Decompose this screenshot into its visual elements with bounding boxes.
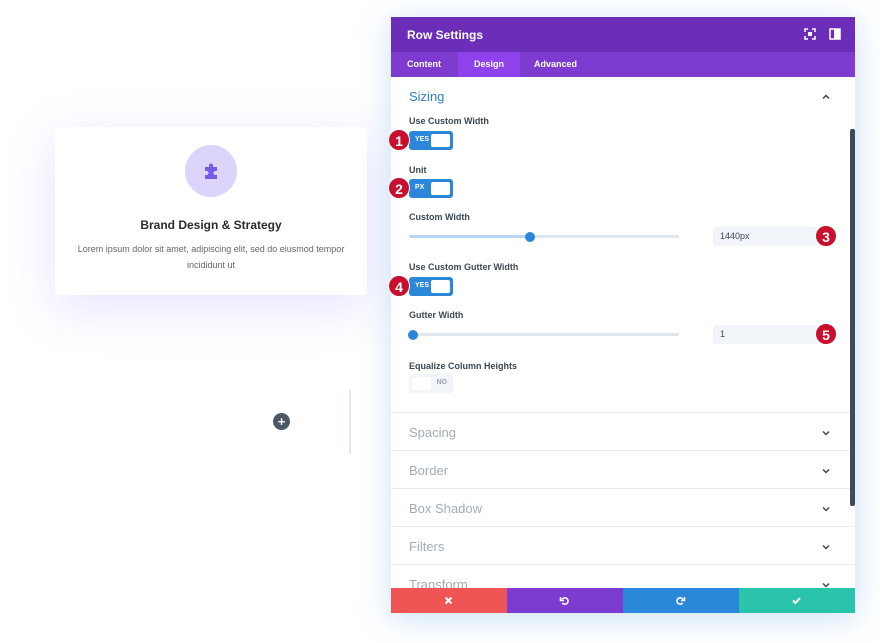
undo-button[interactable] <box>507 588 623 613</box>
annotation-marker-1: 1 <box>388 129 410 151</box>
custom-width-label: Custom Width <box>409 212 470 222</box>
redo-icon <box>676 597 686 606</box>
slider-handle[interactable] <box>408 330 418 340</box>
divider <box>349 390 351 454</box>
sizing-section-title[interactable]: Sizing <box>409 89 444 104</box>
annotation-marker-5: 5 <box>815 323 837 345</box>
gutter-width-slider[interactable] <box>408 330 679 340</box>
toggle-knob <box>431 134 450 147</box>
section-border[interactable]: Border <box>391 450 855 488</box>
gutter-width-label: Gutter Width <box>409 310 464 320</box>
section-title: Filters <box>409 539 445 554</box>
use-custom-gutter-toggle[interactable]: YES <box>409 277 453 296</box>
card-icon-circle <box>185 145 237 197</box>
chevron-down-icon <box>822 582 830 588</box>
section-title: Spacing <box>409 425 456 440</box>
chevron-down-icon <box>822 544 830 550</box>
tab-bar: Content Design Advanced <box>391 52 855 77</box>
toggle-knob <box>412 377 431 390</box>
tab-design[interactable]: Design <box>458 52 521 77</box>
section-transform[interactable]: Transform <box>391 564 855 588</box>
gutter-width-input[interactable]: 1 <box>713 325 817 344</box>
check-icon <box>792 597 801 605</box>
cancel-button[interactable] <box>391 588 507 613</box>
panel-header: Row Settings <box>391 17 855 52</box>
toggle-knob <box>431 182 450 195</box>
slider-fill <box>409 235 530 238</box>
custom-width-slider[interactable] <box>409 232 679 242</box>
toggle-text: YES <box>415 282 430 289</box>
custom-width-input[interactable]: 1440px <box>713 227 817 246</box>
tab-content[interactable]: Content <box>391 52 457 77</box>
equalize-heights-label: Equalize Column Heights <box>409 361 518 371</box>
section-title: Border <box>409 463 449 478</box>
panel-content: Sizing Use Custom Width YES Unit PX Cust… <box>391 77 855 588</box>
unit-label: Unit <box>409 165 427 175</box>
equalize-heights-toggle[interactable]: NO <box>409 374 453 393</box>
use-custom-width-label: Use Custom Width <box>409 116 489 126</box>
annotation-marker-3: 3 <box>815 225 837 247</box>
toggle-text: NO <box>436 379 448 386</box>
card-title: Brand Design & Strategy <box>140 218 282 232</box>
undo-icon <box>559 597 569 606</box>
section-title: Transform <box>409 577 468 588</box>
chevron-down-icon <box>822 468 830 474</box>
blurb-card: Brand Design & Strategy Lorem ipsum dolo… <box>55 127 367 295</box>
use-custom-gutter-label: Use Custom Gutter Width <box>409 262 519 272</box>
chevron-up-icon[interactable] <box>821 92 831 102</box>
save-button[interactable] <box>739 588 855 613</box>
panel-footer <box>391 588 855 613</box>
use-custom-width-toggle[interactable]: YES <box>409 131 453 150</box>
row-settings-panel: Row Settings Content Design Advanced Siz… <box>391 17 855 613</box>
section-filters[interactable]: Filters <box>391 526 855 564</box>
section-box-shadow[interactable]: Box Shadow <box>391 488 855 526</box>
add-module-button[interactable]: + <box>273 413 290 430</box>
tab-advanced[interactable]: Advanced <box>518 52 593 77</box>
puzzle-icon <box>205 163 217 179</box>
close-icon <box>444 596 453 605</box>
toggle-text: PX <box>415 184 425 191</box>
annotation-marker-4: 4 <box>388 275 410 297</box>
annotation-marker-2: 2 <box>388 177 410 199</box>
page: Brand Design & Strategy Lorem ipsum dolo… <box>0 0 880 643</box>
sidebar-toggle-icon[interactable] <box>829 28 841 40</box>
scrollbar[interactable] <box>850 129 855 506</box>
toggle-text: YES <box>415 136 430 143</box>
chevron-down-icon <box>822 430 830 436</box>
panel-title: Row Settings <box>407 28 484 42</box>
unit-toggle[interactable]: PX <box>409 179 453 198</box>
section-title: Box Shadow <box>409 501 482 516</box>
slider-handle[interactable] <box>525 232 535 242</box>
fullscreen-icon[interactable] <box>804 28 816 40</box>
card-text: Lorem ipsum dolor sit amet, adipiscing e… <box>77 244 345 270</box>
redo-button[interactable] <box>623 588 739 613</box>
toggle-knob <box>431 280 450 293</box>
chevron-down-icon <box>822 506 830 512</box>
section-spacing[interactable]: Spacing <box>391 412 855 450</box>
